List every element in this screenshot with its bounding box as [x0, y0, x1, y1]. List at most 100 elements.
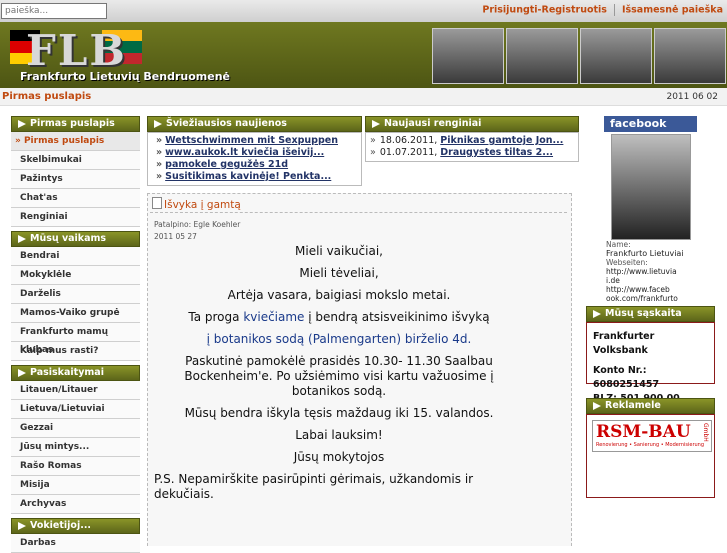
rsm-gmbh: GmbH	[702, 423, 709, 442]
ads-box: Reklamele RSM-BAU GmbH Renovierung • San…	[586, 398, 715, 498]
account-box: Mūsų sąskaita Frankfurter Volksbank Kont…	[586, 306, 715, 404]
fb-name-label: Name:	[606, 240, 631, 249]
event-item: 01.07.2011, Draugystes tiltas 2...	[370, 147, 578, 159]
menu-item-jusu-mintys[interactable]: Jūsų mintys...	[11, 438, 140, 457]
right-column: facebook Name: Frankfurto Lietuviai Webs…	[586, 116, 715, 498]
menu-item-lietuva[interactable]: Lietuva/Lietuviai	[11, 400, 140, 419]
menu-section-title: Pasiskaitymai	[11, 365, 140, 381]
header-banner: FLB Frankfurto Lietuvių Bendruomenė	[0, 22, 727, 88]
fb-web-line[interactable]: http://www.lietuvia	[606, 267, 706, 276]
news-item[interactable]: www.aukok.lt kviečia išeivij...	[156, 147, 361, 159]
logo-text: Frankfurto Lietuvių Bendruomenė	[20, 70, 230, 83]
menu-section-title: Pirmas puslapis	[11, 116, 140, 132]
ad-area: RSM-BAU GmbH Renovierung • Sanierung • M…	[586, 414, 715, 498]
text: Ta proga	[188, 310, 244, 324]
menu-item-litauen[interactable]: Litauen/Litauer	[11, 381, 140, 400]
menu-item-pazintys[interactable]: Pažintys	[11, 170, 140, 189]
event-link[interactable]: Piknikas gamtoje Jon...	[440, 135, 563, 146]
menu-item-misija[interactable]: Misija	[11, 476, 140, 495]
paragraph: Mūsų bendra iškyla tęsis maždaug iki 15.…	[184, 406, 494, 420]
separator	[613, 4, 615, 16]
header-photo	[506, 28, 578, 84]
bank-name: Frankfurter Volksbank	[593, 331, 655, 356]
fb-name[interactable]: Frankfurto Lietuviai	[606, 249, 706, 258]
event-date: 01.07.2011,	[379, 147, 438, 158]
ads-title: Reklamele	[586, 398, 715, 414]
paragraph: Mieli tėveliai,	[299, 266, 379, 280]
facebook-card: Name: Frankfurto Lietuviai Webseiten: ht…	[606, 134, 706, 303]
events-list: 18.06.2011, Piknikas gamtoje Jon... 01.0…	[365, 132, 579, 162]
facebook-logo[interactable]: facebook	[604, 116, 697, 132]
fb-web-label: Webseiten:	[606, 258, 648, 267]
article: Išvyka į gamtą Patalpino: Egle Koehler 2…	[147, 193, 572, 546]
paragraph: Ta proga kviečiame į bendrą atsisveikini…	[154, 310, 524, 325]
divider	[150, 212, 567, 213]
account-title: Mūsų sąskaita	[586, 306, 715, 322]
event-link[interactable]: Draugystes tiltas 2...	[440, 147, 553, 158]
login-register-link[interactable]: Prisijungti-Registruotis	[482, 5, 607, 16]
menu-item-mamu-klubas[interactable]: Frankfurto mamų klubas	[11, 323, 140, 355]
menu-item-chatas[interactable]: Chat'as	[11, 189, 140, 208]
event-item: 18.06.2011, Piknikas gamtoje Jon...	[370, 135, 578, 147]
menu-item-renginiai[interactable]: Renginiai	[11, 208, 140, 227]
menu-item-kaip-rasti[interactable]: Kaip mus rasti?	[11, 342, 140, 361]
latest-news: Šviežiausios naujienos Wettschwimmen mit…	[147, 116, 362, 186]
facebook-photo[interactable]	[611, 134, 691, 240]
news-item[interactable]: Susitikimas kavinėje! Penkta...	[156, 171, 361, 183]
site-logo[interactable]: FLB Frankfurto Lietuvių Bendruomenė	[6, 26, 238, 83]
menu-item-skelbimukai[interactable]: Skelbimukai	[11, 151, 140, 170]
left-menu: Pirmas puslapis Pirmas puslapis Skelbimu…	[11, 116, 140, 553]
paragraph: Jūsų mokytojos	[293, 450, 385, 464]
menu-section-title: Vokietijoj...	[11, 518, 140, 534]
top-bar: Prisijungti-Registruotis Išsamesnė paiešk…	[0, 0, 727, 23]
article-title[interactable]: Išvyka į gamtą	[152, 197, 241, 211]
article-title-text: Išvyka į gamtą	[164, 199, 241, 211]
paragraph: į botanikos sodą (Palmengarten) birželio…	[206, 332, 472, 346]
menu-item-bendrai[interactable]: Bendrai	[11, 247, 140, 266]
header-photo	[432, 28, 504, 84]
menu-item-mamos-vaiko[interactable]: Mamos-Vaiko grupė	[11, 304, 140, 323]
paragraph: Paskutinė pamokėlė prasidės 10.30- 11.30…	[184, 354, 494, 398]
article-date: 2011 05 27	[154, 232, 197, 241]
menu-item-raso-romas[interactable]: Rašo Romas	[11, 457, 140, 476]
rsm-bau-ad[interactable]: RSM-BAU GmbH Renovierung • Sanierung • M…	[592, 420, 712, 452]
news-title: Šviežiausios naujienos	[147, 116, 362, 132]
paragraph: Labai lauksim!	[295, 428, 383, 442]
breadcrumb-bar: Pirmas puslapis 2011 06 02	[0, 88, 727, 106]
paragraph: Mieli vaikučiai,	[295, 244, 383, 258]
breadcrumb[interactable]: Pirmas puslapis	[2, 91, 91, 102]
news-item[interactable]: pamokele gegužės 21d	[156, 159, 361, 171]
menu-item-mokyklele[interactable]: Mokyklėle	[11, 266, 140, 285]
news-item[interactable]: Wettschwimmen mit Sexpuppen	[156, 135, 361, 147]
header-photo	[654, 28, 726, 84]
fb-web-line[interactable]: ook.com/frankfurto	[606, 294, 706, 303]
search-input[interactable]	[1, 3, 107, 19]
top-links: Prisijungti-Registruotis Išsamesnė paiešk…	[482, 4, 723, 16]
fb-web-line[interactable]: i.de	[606, 276, 706, 285]
event-date: 18.06.2011,	[379, 135, 438, 146]
article-body: Mieli vaikučiai, Mieli tėveliai, Artėja …	[154, 244, 524, 509]
rsm-logo-text: RSM-BAU	[596, 422, 691, 442]
menu-item-darzelis[interactable]: Darželis	[11, 285, 140, 304]
events-title: Naujausi renginiai	[365, 116, 579, 132]
paragraph: Artėja vasara, baigiasi mokslo metai.	[227, 288, 451, 302]
logo-letters: FLB	[26, 26, 127, 75]
paragraph: P.S. Nepamirškite pasirūpinti gėrimais, …	[154, 472, 474, 501]
account-details: Frankfurter Volksbank Konto Nr.: 6080251…	[586, 322, 715, 404]
latest-events: Naujausi renginiai 18.06.2011, Piknikas …	[365, 116, 579, 162]
fb-web-line[interactable]: http://www.faceb	[606, 285, 706, 294]
menu-item-pirmas-puslapis[interactable]: Pirmas puslapis	[11, 132, 140, 151]
article-author: Patalpino: Egle Koehler	[154, 220, 241, 229]
advanced-search-link[interactable]: Išsamesnė paieška	[622, 5, 723, 16]
current-date: 2011 06 02	[666, 92, 718, 102]
menu-item-darbas[interactable]: Darbas	[11, 534, 140, 553]
invite-link[interactable]: kviečiame	[243, 310, 304, 324]
rsm-subtitle: Renovierung • Sanierung • Modernisierung	[596, 442, 705, 448]
menu-section-title: Mūsų vaikams	[11, 231, 140, 247]
text: į bendrą atsisveikinimo išvyką	[304, 310, 490, 324]
menu-item-archyvas[interactable]: Archyvas	[11, 495, 140, 514]
menu-item-gezzai[interactable]: Gezzai	[11, 419, 140, 438]
news-list: Wettschwimmen mit Sexpuppen www.aukok.lt…	[147, 132, 362, 186]
konto-number: Konto Nr.: 6080251457	[593, 365, 660, 390]
document-icon	[152, 197, 162, 209]
